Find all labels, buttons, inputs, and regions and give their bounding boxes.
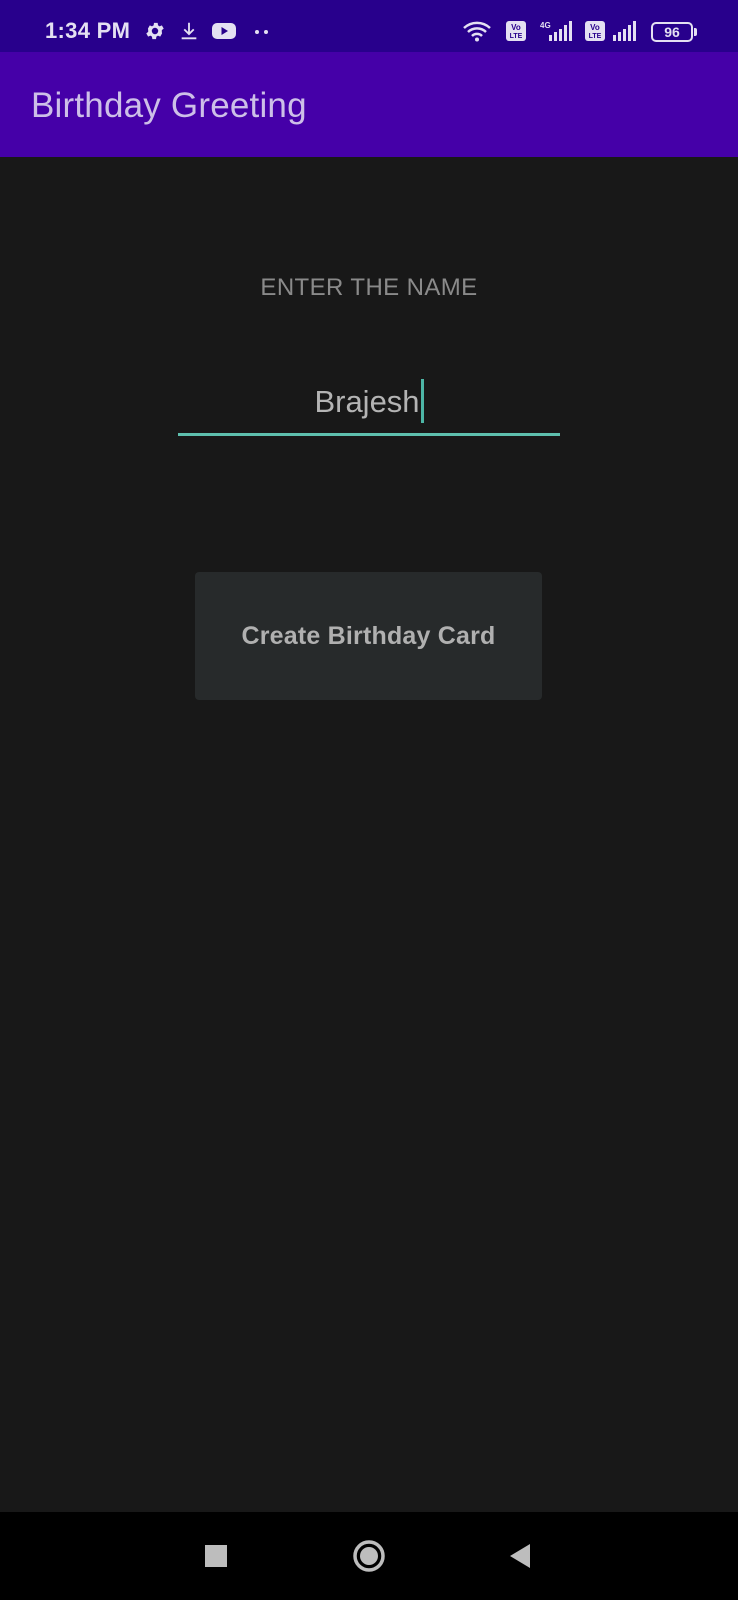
download-icon	[181, 22, 197, 40]
system-nav-bar	[0, 1512, 738, 1600]
volte-icon: Vo LTE	[585, 21, 605, 41]
battery-indicator: 96	[651, 22, 697, 42]
app-title: Birthday Greeting	[31, 86, 307, 125]
app-bar: Birthday Greeting	[0, 52, 738, 157]
name-input[interactable]: Brajesh	[178, 370, 560, 436]
home-icon[interactable]	[348, 1512, 390, 1600]
svg-text:LTE: LTE	[589, 33, 602, 40]
more-dots-icon	[255, 30, 268, 34]
signal-4g-icon: 4G	[540, 21, 572, 41]
svg-text:Vo: Vo	[590, 23, 600, 32]
recents-icon[interactable]	[196, 1512, 236, 1600]
status-bar: 1:34 PM Vo LTE 4G Vo LTE 96	[0, 0, 738, 52]
input-underline	[178, 433, 560, 436]
svg-text:Vo: Vo	[511, 23, 521, 32]
name-prompt-label: ENTER THE NAME	[260, 274, 478, 301]
youtube-icon	[212, 23, 236, 39]
wifi-icon	[463, 21, 491, 42]
back-icon[interactable]	[500, 1512, 540, 1600]
text-cursor	[420, 379, 424, 423]
signal-icon	[613, 21, 636, 41]
volte-icon: Vo LTE	[506, 21, 526, 41]
name-input-value[interactable]: Brajesh	[178, 379, 560, 426]
status-time: 1:34 PM	[45, 18, 131, 43]
svg-text:LTE: LTE	[510, 33, 523, 40]
name-input-text: Brajesh	[314, 384, 420, 420]
settings-icon	[146, 22, 164, 40]
svg-text:4G: 4G	[540, 21, 551, 30]
create-birthday-card-button[interactable]: Create Birthday Card	[195, 572, 542, 700]
